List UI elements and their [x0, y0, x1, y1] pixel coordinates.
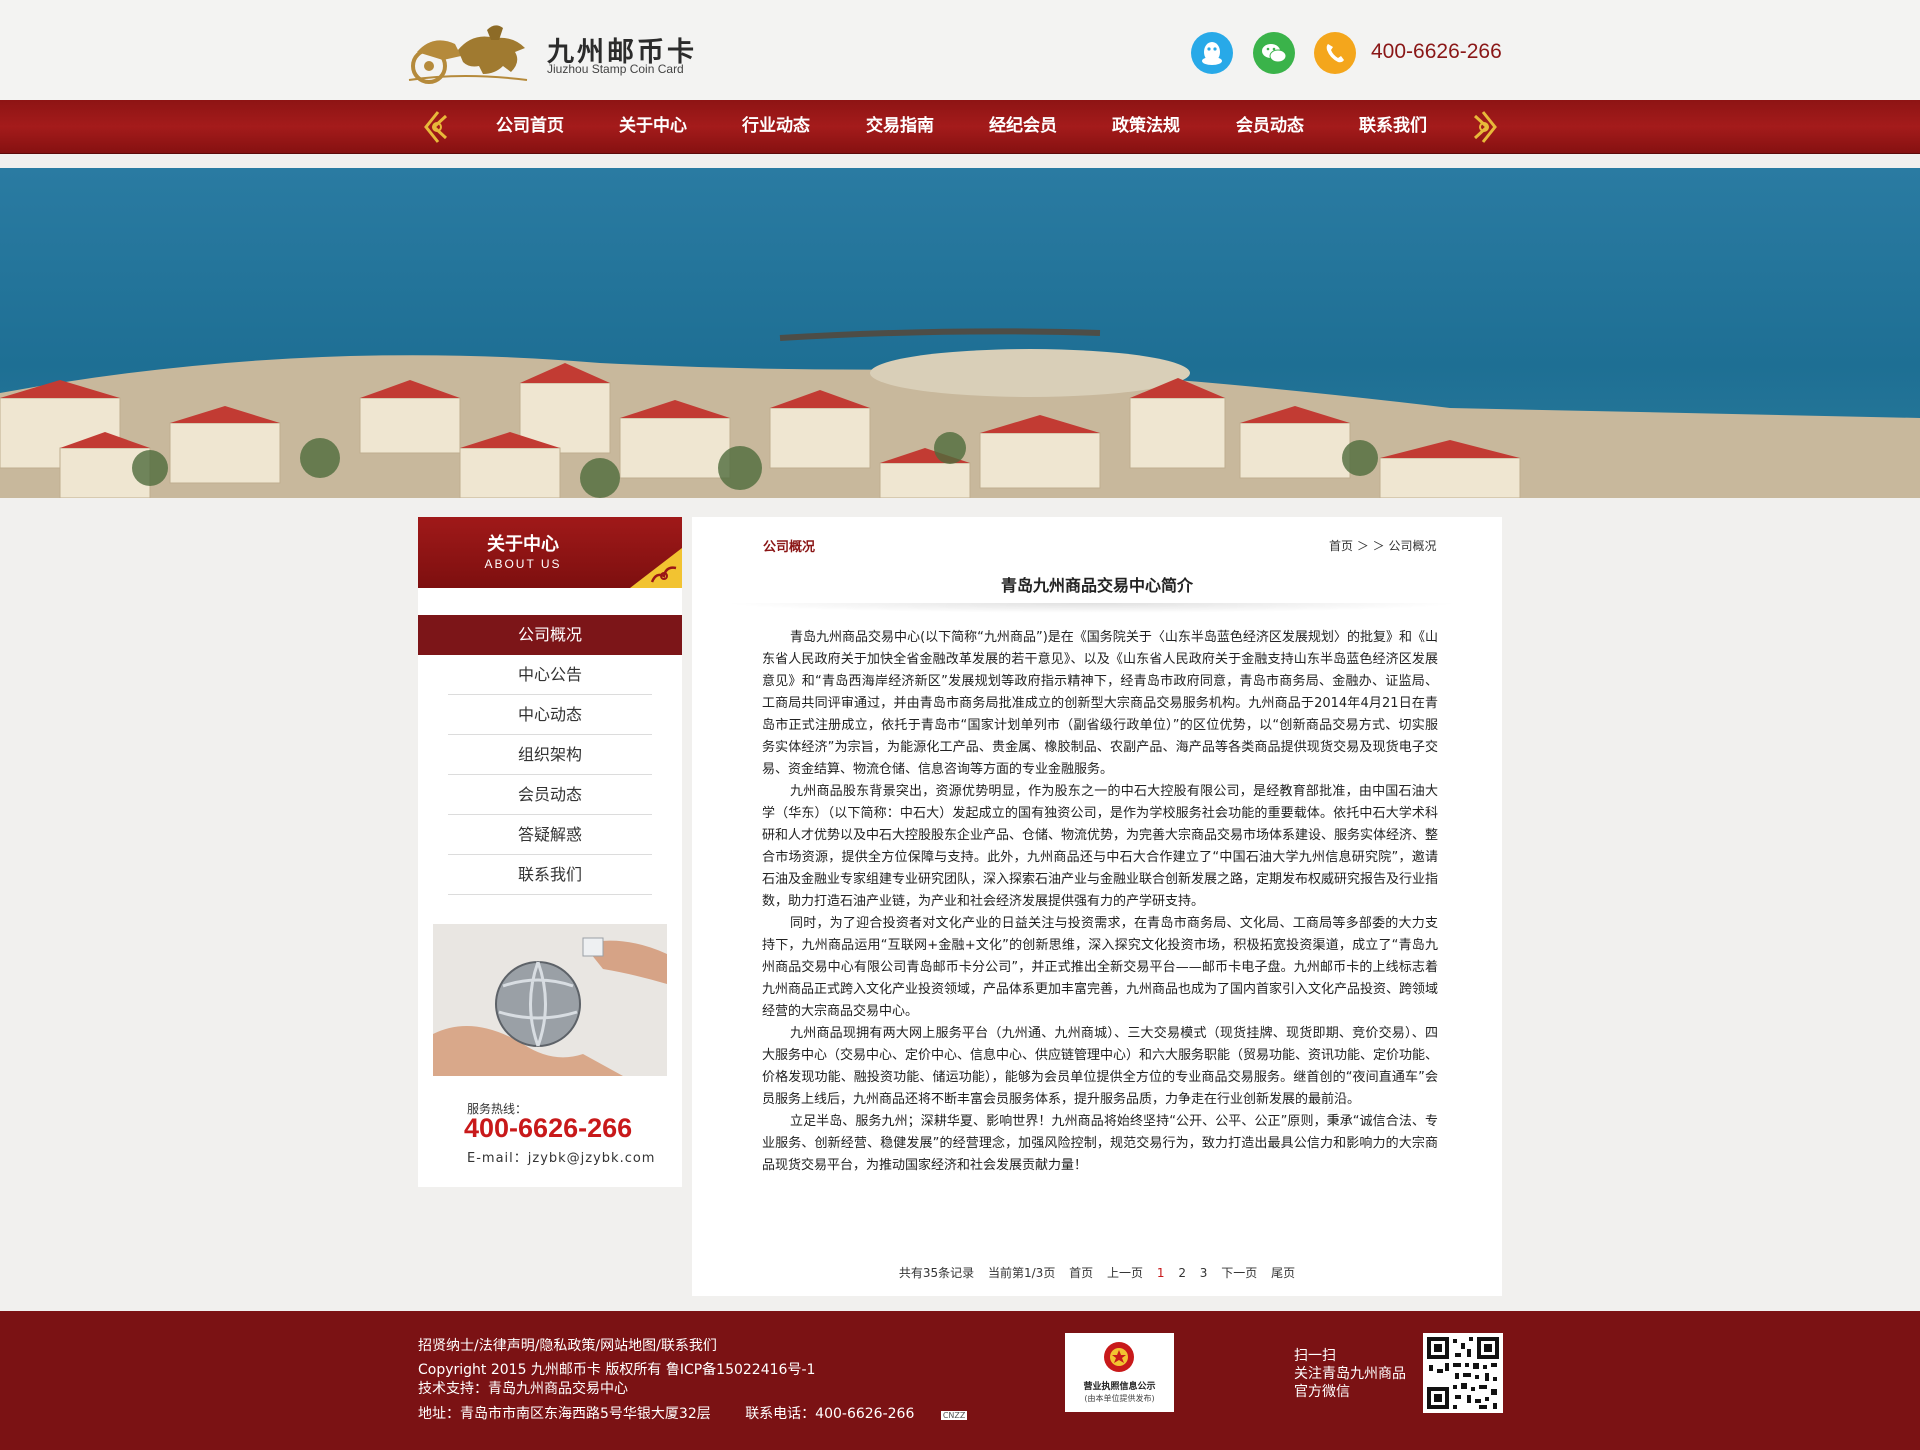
site-logo[interactable]: 九州邮币卡 Jiuzhou Stamp Coin Card — [403, 22, 703, 84]
nav-item-contact[interactable]: 联系我们 — [1338, 100, 1448, 154]
pager-page-3[interactable]: 3 — [1200, 1266, 1208, 1280]
license-badge[interactable]: 营业执照信息公示 (由本单位提供发布) — [1065, 1333, 1174, 1412]
sidebar-item-contact[interactable]: 联系我们 — [418, 855, 682, 895]
badge-subtitle: (由本单位提供发布) — [1084, 1394, 1155, 1403]
sidebar: 关于中心 ABOUT US 公司概况 中心公告 中心动态 组织架构 会员动态 答… — [418, 517, 682, 1187]
hotline-number: 400-6626-266 — [464, 1113, 633, 1143]
footer-copyright: Copyright 2015 九州邮币卡 版权所有 鲁ICP备15022416号… — [418, 1361, 815, 1399]
pager-page-1[interactable]: 1 — [1157, 1266, 1165, 1280]
article-paragraph: 立足半岛、服务九州；深耕华夏、影响世界！九州商品将始终坚持“公开、公平、公正”原… — [762, 1114, 1438, 1173]
sidebar-item-overview[interactable]: 公司概况 — [418, 615, 682, 655]
pager-first[interactable]: 首页 — [1069, 1266, 1093, 1280]
sidebar-item-news[interactable]: 中心动态 — [418, 695, 682, 735]
footer-address: 地址：青岛市市南区东海西路5号华银大厦32层 联系电话：400-6626-266… — [418, 1403, 968, 1423]
tech-support-text: 技术支持：青岛九州商品交易中心 — [418, 1381, 628, 1397]
sidebar-item-organization[interactable]: 组织架构 — [418, 735, 682, 775]
qr-code-icon — [1427, 1337, 1499, 1409]
wechat-qr-code — [1423, 1333, 1503, 1413]
nav-item-member-news[interactable]: 会员动态 — [1215, 100, 1325, 154]
scan-line: 官方微信 — [1294, 1384, 1350, 1400]
article-paragraph: 九州商品股东背景突出，资源优势明显，作为股东之一的中石大控股有限公司，是经教育部… — [762, 784, 1439, 909]
globe-puzzle-image — [433, 924, 667, 1076]
sidebar-title: 关于中心 — [487, 534, 559, 555]
sidebar-menu: 公司概况 中心公告 中心动态 组织架构 会员动态 答疑解惑 联系我们 — [418, 615, 682, 895]
copyright-text: Copyright 2015 九州邮币卡 版权所有 鲁ICP备15022416号… — [418, 1362, 816, 1378]
section-title: 公司概况 — [763, 540, 816, 555]
pagination: 共有35条记录 当前第1/3页 首页 上一页 1 2 3 下一页 尾页 — [692, 1264, 1502, 1281]
cloud-ornament-icon — [630, 548, 682, 588]
ornament-right-icon — [1473, 111, 1497, 143]
cnzz-badge[interactable]: CNZZ — [940, 1411, 968, 1420]
pager-prev[interactable]: 上一页 — [1107, 1266, 1143, 1280]
title-divider — [722, 603, 1462, 613]
contact-email[interactable]: E-mail：jzybk@jzybk.com — [467, 1147, 655, 1166]
badge-title: 营业执照信息公示 — [1083, 1382, 1156, 1392]
sidebar-item-faq[interactable]: 答疑解惑 — [418, 815, 682, 855]
scan-line: 扫一扫 — [1294, 1348, 1336, 1364]
pager-next[interactable]: 下一页 — [1221, 1266, 1257, 1280]
chariot-logo-icon — [408, 25, 528, 84]
footer-tel: 联系电话：400-6626-266 — [745, 1406, 915, 1422]
pager-current: 当前第1/3页 — [988, 1266, 1056, 1280]
article-paragraph: 同时，为了迎合投资者对文化产业的日益关注与投资需求，在青岛市商务局、文化局、工商… — [762, 916, 1439, 1019]
main-nav: 公司首页 关于中心 行业动态 交易指南 经纪会员 政策法规 会员动态 联系我们 — [0, 100, 1920, 154]
address-text: 地址：青岛市市南区东海西路5号华银大厦32层 — [418, 1406, 711, 1422]
wechat-follow-text: 扫一扫 关注青岛九州商品 官方微信 — [1294, 1347, 1406, 1401]
scan-line: 关注青岛九州商品 — [1294, 1366, 1406, 1382]
phone-icon[interactable] — [1314, 32, 1356, 74]
nav-item-policy[interactable]: 政策法规 — [1091, 100, 1201, 154]
article-paragraph: 九州商品现拥有两大网上服务平台（九州通、九州商城）、三大交易模式（现货挂牌、现货… — [762, 1026, 1439, 1107]
nav-item-industry[interactable]: 行业动态 — [721, 100, 831, 154]
footer-links[interactable]: 招贤纳士/法律声明/隐私政策/网站地图/联系我们 — [418, 1335, 717, 1355]
logo-english-name: Jiuzhou Stamp Coin Card — [547, 62, 684, 76]
article-body: 青岛九州商品交易中心(以下简称“九州商品”)是在《国务院关于〈山东半岛蓝色经济区… — [762, 627, 1438, 1177]
coastal-town-image — [0, 168, 1920, 498]
article-paragraph: 青岛九州商品交易中心(以下简称“九州商品”)是在《国务院关于〈山东半岛蓝色经济区… — [762, 630, 1438, 777]
wechat-icon[interactable] — [1253, 32, 1295, 74]
main-content: 公司概况 首页 ＞ ＞ 公司概况 青岛九州商品交易中心简介 青岛九州商品交易中心… — [692, 517, 1502, 1296]
article-title: 青岛九州商品交易中心简介 — [1000, 576, 1193, 595]
nav-item-home[interactable]: 公司首页 — [475, 100, 585, 154]
site-footer: 招贤纳士/法律声明/隐私政策/网站地图/联系我们 Copyright 2015 … — [0, 1311, 1920, 1450]
ornament-left-icon — [424, 111, 448, 143]
pager-last[interactable]: 尾页 — [1271, 1266, 1295, 1280]
pager-total: 共有35条记录 — [898, 1266, 975, 1280]
sidebar-header: 关于中心 ABOUT US — [418, 517, 682, 588]
nav-item-guide[interactable]: 交易指南 — [845, 100, 955, 154]
hero-banner — [0, 168, 1920, 498]
site-header: 九州邮币卡 Jiuzhou Stamp Coin Card 400-6626-2… — [0, 0, 1920, 100]
nav-item-brokers[interactable]: 经纪会员 — [968, 100, 1078, 154]
sidebar-item-member-news[interactable]: 会员动态 — [418, 775, 682, 815]
pager-page-2[interactable]: 2 — [1178, 1266, 1186, 1280]
header-phone: 400-6626-266 — [1371, 40, 1502, 63]
qq-icon[interactable] — [1191, 32, 1233, 74]
sidebar-subtitle: ABOUT US — [484, 557, 562, 571]
nav-item-about[interactable]: 关于中心 — [598, 100, 708, 154]
breadcrumb[interactable]: 首页 ＞ ＞ 公司概况 — [1329, 537, 1436, 554]
sidebar-item-announcements[interactable]: 中心公告 — [418, 655, 682, 695]
